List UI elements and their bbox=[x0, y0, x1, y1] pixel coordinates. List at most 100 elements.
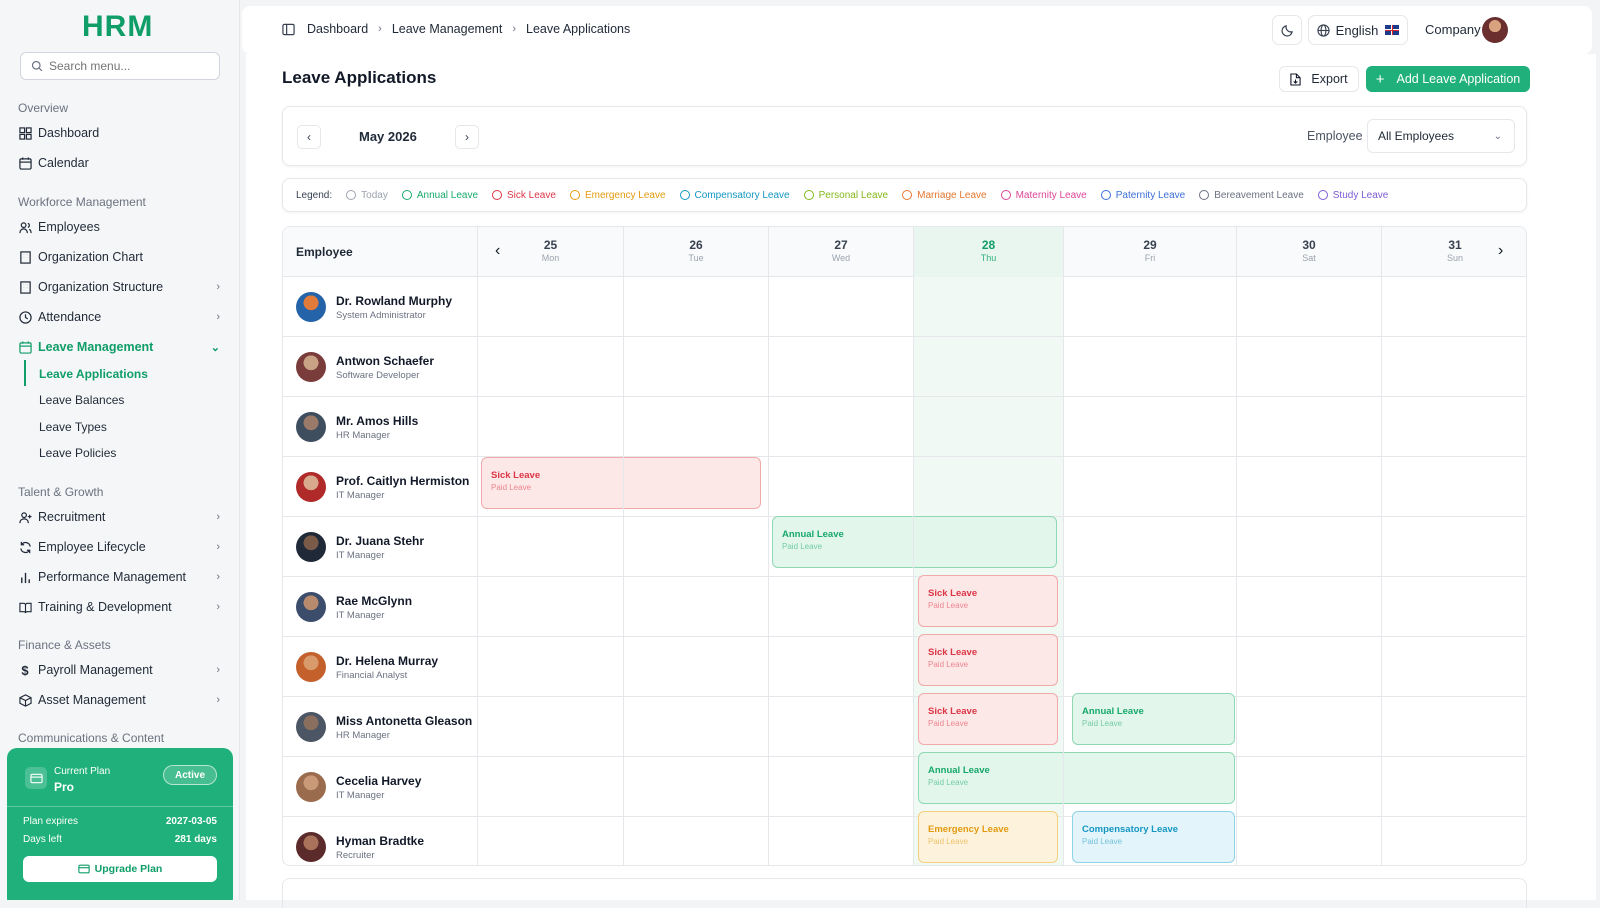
chevron-right-icon: › bbox=[378, 23, 382, 35]
add-leave-application-button[interactable]: + Add Leave Application bbox=[1366, 66, 1530, 92]
search-input[interactable] bbox=[49, 59, 209, 73]
section-overview: Overview bbox=[18, 101, 69, 115]
employee-cell[interactable]: Dr. Helena Murray Financial Analyst bbox=[296, 652, 438, 682]
employee-cell[interactable]: Mr. Amos Hills HR Manager bbox=[296, 412, 418, 442]
plan-divider bbox=[7, 806, 233, 807]
day-number: 29 bbox=[1143, 238, 1157, 252]
leave-block-annual[interactable]: Annual Leave Paid Leave bbox=[918, 752, 1235, 804]
grid-line bbox=[1063, 277, 1064, 865]
leave-calendar: Employee ‹ › 25 Mon 26 Tue 27 Wed 28 Thu 29 Fri 30… bbox=[282, 226, 1527, 866]
employee-filter-select[interactable]: All Employees ⌄ bbox=[1367, 119, 1515, 153]
sidebar-item-asset[interactable]: Asset Management › bbox=[18, 688, 222, 712]
legend-label: Personal Leave bbox=[818, 189, 889, 201]
leave-block-sick[interactable]: Sick Leave Paid Leave bbox=[918, 693, 1058, 745]
grid-line bbox=[623, 277, 624, 865]
sidebar-item-payroll[interactable]: $ Payroll Management › bbox=[18, 658, 222, 682]
leave-pay-type: Paid Leave bbox=[928, 778, 969, 787]
legend-label: Today bbox=[361, 189, 388, 201]
leave-block-sick[interactable]: Sick Leave Paid Leave bbox=[481, 457, 761, 509]
legend-item: Today bbox=[346, 190, 388, 201]
employee-column-header: Employee bbox=[296, 245, 353, 259]
legend-item: Maternity Leave bbox=[1000, 190, 1087, 201]
calendar-row: Antwon Schaefer Software Developer bbox=[283, 337, 1526, 397]
grid-line bbox=[1381, 277, 1382, 865]
legend-item: Marriage Leave bbox=[902, 190, 987, 201]
export-button[interactable]: Export bbox=[1279, 66, 1359, 92]
leave-block-sick[interactable]: Sick Leave Paid Leave bbox=[918, 634, 1058, 686]
leave-pay-type: Paid Leave bbox=[1082, 719, 1123, 728]
chevron-right-icon: › bbox=[216, 511, 220, 523]
leave-block-emergency[interactable]: Emergency Leave Paid Leave bbox=[918, 811, 1058, 863]
employee-cell[interactable]: Antwon Schaefer Software Developer bbox=[296, 352, 434, 382]
legend-dot-icon bbox=[803, 190, 814, 200]
company-label[interactable]: Company bbox=[1425, 22, 1481, 37]
leave-pay-type: Paid Leave bbox=[928, 660, 969, 669]
prev-month-button[interactable]: ‹ bbox=[297, 125, 321, 149]
sidebar-item-attendance[interactable]: Attendance › bbox=[18, 305, 222, 329]
leave-block-compensatory[interactable]: Compensatory Leave Paid Leave bbox=[1072, 811, 1235, 863]
employee-cell[interactable]: Cecelia Harvey IT Manager bbox=[296, 772, 421, 802]
sidebar-item-org-chart[interactable]: Organization Chart bbox=[18, 245, 222, 269]
calendar-row: Hyman Bradtke Recruiter bbox=[283, 817, 1526, 865]
sub-item-leave-applications[interactable]: Leave Applications bbox=[39, 367, 148, 381]
avatar bbox=[296, 772, 326, 802]
sidebar-item-recruitment[interactable]: Recruitment › bbox=[18, 505, 222, 529]
employee-cell[interactable]: Hyman Bradtke Recruiter bbox=[296, 832, 424, 862]
topbar: Dashboard › Leave Management › Leave App… bbox=[242, 6, 1592, 54]
sidebar-item-label: Asset Management bbox=[38, 693, 146, 707]
employee-cell[interactable]: Dr. Juana Stehr IT Manager bbox=[296, 532, 424, 562]
leave-block-annual[interactable]: Annual Leave Paid Leave bbox=[1072, 693, 1235, 745]
employee-cell[interactable]: Rae McGlynn IT Manager bbox=[296, 592, 412, 622]
employee-cell[interactable]: Prof. Caitlyn Hermiston IT Manager bbox=[296, 472, 469, 502]
sidebar-item-training[interactable]: Training & Development › bbox=[18, 595, 222, 619]
employee-name: Dr. Juana Stehr bbox=[336, 533, 425, 548]
day-header: 31 Sun bbox=[1381, 227, 1526, 277]
leave-block-annual[interactable]: Annual Leave Paid Leave bbox=[772, 516, 1057, 568]
employee-role: System Administrator bbox=[336, 309, 426, 321]
next-month-button[interactable]: › bbox=[455, 125, 479, 149]
add-label: Add Leave Application bbox=[1396, 72, 1521, 86]
legend-dot-icon bbox=[1100, 190, 1111, 200]
day-header: 29 Fri bbox=[1063, 227, 1236, 277]
sidebar-item-label: Organization Structure bbox=[38, 280, 164, 294]
day-header: 28 Thu bbox=[913, 227, 1063, 277]
language-selector[interactable]: English bbox=[1308, 15, 1408, 45]
breadcrumb-leave-management[interactable]: Leave Management bbox=[392, 22, 503, 36]
plan-card: Current Plan Pro Active Plan expires 202… bbox=[7, 748, 233, 900]
sidebar-item-label: Employees bbox=[38, 220, 100, 234]
employee-cell[interactable]: Miss Antonetta Gleason HR Manager bbox=[296, 712, 472, 742]
calendar-row: Rae McGlynn IT Manager bbox=[283, 577, 1526, 637]
section-comms: Communications & Content bbox=[18, 731, 165, 745]
day-header: 27 Wed bbox=[768, 227, 913, 277]
employee-name: Cecelia Harvey bbox=[336, 773, 422, 788]
sub-item-leave-balances[interactable]: Leave Balances bbox=[39, 393, 124, 407]
employee-role: HR Manager bbox=[336, 729, 390, 741]
sidebar-item-calendar[interactable]: Calendar bbox=[18, 151, 222, 175]
upgrade-plan-button[interactable]: Upgrade Plan bbox=[23, 856, 217, 882]
sidebar-item-leave-management[interactable]: Leave Management ⌄ bbox=[18, 335, 222, 359]
day-number: 26 bbox=[689, 238, 703, 252]
sidebar-item-lifecycle[interactable]: Employee Lifecycle › bbox=[18, 535, 222, 559]
employee-role: Software Developer bbox=[336, 369, 420, 381]
leave-block-sick[interactable]: Sick Leave Paid Leave bbox=[918, 575, 1058, 627]
breadcrumb: Dashboard › Leave Management › Leave App… bbox=[282, 22, 630, 36]
avatar bbox=[296, 652, 326, 682]
globe-icon bbox=[1317, 23, 1330, 37]
breadcrumb-dashboard[interactable]: Dashboard bbox=[307, 22, 368, 36]
user-avatar[interactable] bbox=[1482, 17, 1508, 43]
day-weekday: Mon bbox=[541, 253, 560, 263]
theme-toggle-button[interactable] bbox=[1272, 15, 1302, 45]
sidebar-item-dashboard[interactable]: Dashboard bbox=[18, 121, 222, 145]
sub-item-leave-types[interactable]: Leave Types bbox=[39, 420, 107, 434]
employee-cell[interactable]: Dr. Rowland Murphy System Administrator bbox=[296, 292, 452, 322]
sidebar-item-employees[interactable]: Employees bbox=[18, 215, 222, 239]
avatar bbox=[296, 352, 326, 382]
sub-item-leave-policies[interactable]: Leave Policies bbox=[39, 446, 116, 460]
sidebar-item-org-structure[interactable]: Organization Structure › bbox=[18, 275, 222, 299]
sidebar-item-performance[interactable]: Performance Management › bbox=[18, 565, 222, 589]
employee-role: IT Manager bbox=[336, 549, 385, 561]
plan-days-row: Days left 281 days bbox=[23, 834, 217, 845]
calendar-row: Mr. Amos Hills HR Manager bbox=[283, 397, 1526, 457]
sidebar-toggle-icon[interactable] bbox=[282, 23, 295, 36]
search-box[interactable] bbox=[20, 52, 220, 80]
